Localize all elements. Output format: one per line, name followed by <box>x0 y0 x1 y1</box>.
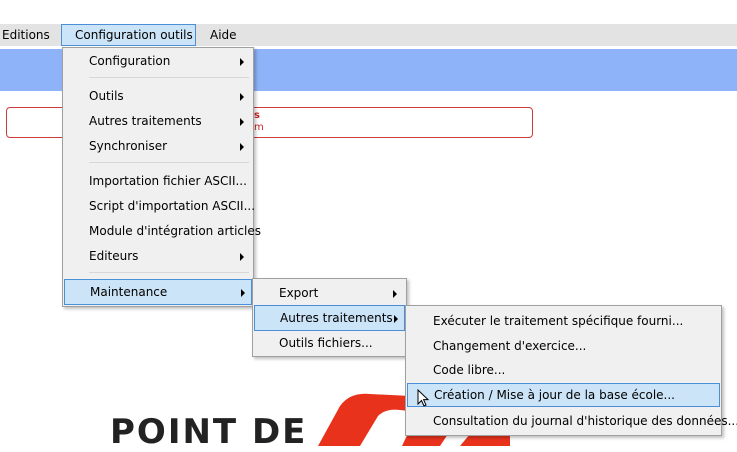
menu-separator <box>89 162 249 163</box>
submenu-arrow-icon <box>393 290 397 298</box>
menu-item-label: Maintenance <box>90 285 168 299</box>
submenu-arrow-icon <box>240 143 244 151</box>
menu-item-synchroniser[interactable]: Synchroniser <box>63 135 253 157</box>
menu-separator <box>89 77 249 78</box>
menu-item-label: Script d'importation ASCII... <box>89 199 256 213</box>
menu-item-label: Autres traitements <box>89 114 202 128</box>
menu-item-label: Consultation du journal d'historique des… <box>433 414 737 428</box>
alert-text-line1: s <box>254 110 260 121</box>
menu-bar: Editions Configuration outils Aide <box>0 24 737 46</box>
menu-item-autres-traitements[interactable]: Autres traitements <box>63 110 253 132</box>
submenu-arrow-icon <box>240 118 244 126</box>
title-area <box>0 0 737 24</box>
menu-editions[interactable]: Editions <box>2 24 50 46</box>
menu-item-maintenance[interactable]: Maintenance <box>64 279 252 305</box>
menu-item-label: Outils <box>89 89 124 103</box>
submenu-arrow-icon <box>394 315 398 323</box>
menu-item-creation-base-ecole[interactable]: Création / Mise à jour de la base école.… <box>407 383 720 407</box>
mouse-pointer-icon <box>417 389 430 407</box>
menu-item-outils-fichiers[interactable]: Outils fichiers... <box>253 332 406 354</box>
alert-text-line2: m <box>254 122 264 133</box>
menu-item-script-importation-ascii[interactable]: Script d'importation ASCII... <box>63 195 256 217</box>
logo-text: POINT DE <box>110 412 308 452</box>
menu-item-export[interactable]: Export <box>253 282 406 304</box>
submenu-arrow-icon <box>240 93 244 101</box>
menu-item-label: Création / Mise à jour de la base école.… <box>434 388 675 402</box>
menu-item-importation-fichier-ascii[interactable]: Importation fichier ASCII... <box>63 170 253 192</box>
menu-item-autres-traitements-sub[interactable]: Autres traitements <box>254 305 405 331</box>
submenu-arrow-icon <box>241 289 245 297</box>
menu-item-label: Export <box>279 286 319 300</box>
menu-item-label: Changement d'exercice... <box>433 339 587 353</box>
menu-item-code-libre[interactable]: Code libre... <box>406 359 721 381</box>
menu-item-label: Editeurs <box>89 249 139 263</box>
menu-separator <box>89 272 249 273</box>
menu-item-consultation-journal[interactable]: Consultation du journal d'historique des… <box>406 410 737 432</box>
menu-item-label: Exécuter le traitement spécifique fourni… <box>433 314 684 328</box>
menu-item-label: Synchroniser <box>89 139 168 153</box>
menu-item-changement-exercice[interactable]: Changement d'exercice... <box>406 335 721 357</box>
menu-aide[interactable]: Aide <box>210 24 237 46</box>
menu-configuration-outils[interactable]: Configuration outils <box>61 24 196 46</box>
menu-item-executer-traitement[interactable]: Exécuter le traitement spécifique fourni… <box>406 310 721 332</box>
submenu-arrow-icon <box>240 58 244 66</box>
menu-item-editeurs[interactable]: Editeurs <box>63 245 253 267</box>
menu-item-label: Outils fichiers... <box>279 336 373 350</box>
menu-item-label: Configuration <box>89 54 171 68</box>
menu-item-module-integration-articles[interactable]: Module d'intégration articles <box>63 220 261 242</box>
configuration-outils-menu: Configuration Outils Autres traitements … <box>62 47 261 307</box>
menu-item-label: Importation fichier ASCII... <box>89 174 247 188</box>
submenu-arrow-icon <box>240 253 244 261</box>
menu-item-label: Autres traitements <box>280 311 393 325</box>
menu-item-label: Code libre... <box>433 363 506 377</box>
menu-item-outils[interactable]: Outils <box>63 85 253 107</box>
maintenance-submenu: Export Autres traitements Outils fichier… <box>252 278 407 357</box>
menu-item-configuration[interactable]: Configuration <box>63 50 253 72</box>
menu-item-label: Module d'intégration articles <box>89 224 261 238</box>
autres-traitements-submenu: Exécuter le traitement spécifique fourni… <box>405 305 737 436</box>
